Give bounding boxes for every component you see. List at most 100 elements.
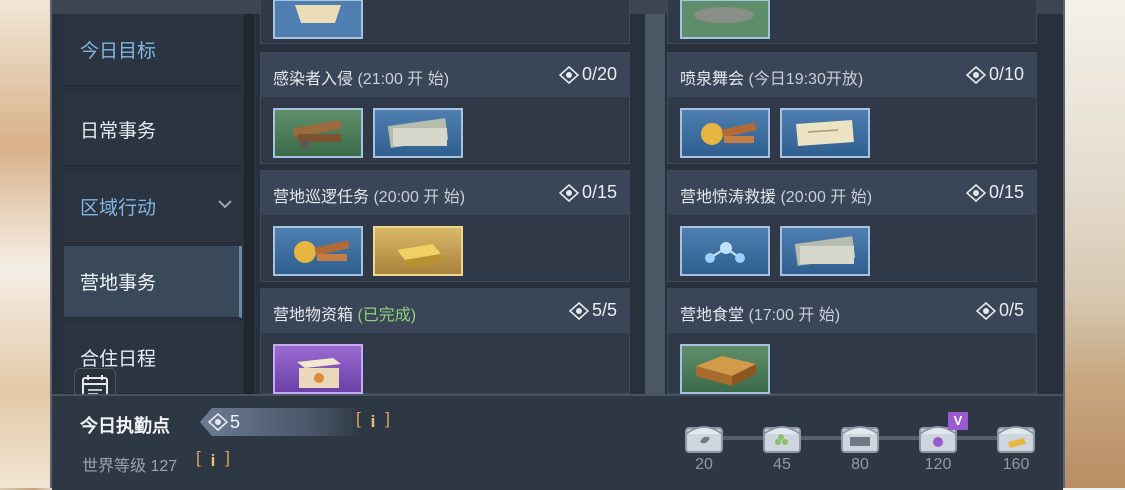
task-count: 0/5: [998, 300, 1024, 320]
task-title: 喷泉舞会 (今日19:30开放): [680, 65, 863, 89]
duty-badge-icon: [208, 413, 228, 431]
reward-letter-envelope[interactable]: [780, 108, 870, 158]
sidebar-item-label: 日常事务: [80, 121, 157, 142]
task-count: 0/15: [581, 182, 617, 202]
reward-cash-bundle[interactable]: [780, 226, 870, 276]
chest-leaf-icon[interactable]: [682, 418, 726, 456]
task-count: 0/15: [988, 182, 1024, 202]
milestone-value: 80: [851, 456, 869, 473]
task-card-infected-invasion[interactable]: 感染者入侵 (21:00 开 始) 0/20: [260, 52, 630, 164]
duty-points-bar: 今日执勤点 5 i 世界等级 127 i 20 45 80 V 120 160: [52, 394, 1063, 490]
reward-item[interactable]: [273, 0, 363, 39]
sidebar-scrollbar[interactable]: [244, 14, 254, 394]
medal-planks-icon: [701, 122, 757, 145]
task-name: 营地巡逻任务: [273, 189, 370, 206]
task-card-camp-patrol[interactable]: 营地巡逻任务 (20:00 开 始) 0/15: [260, 170, 630, 282]
fish-icon: [694, 7, 754, 23]
sidebar-item-today-goals[interactable]: 今日目标: [64, 14, 242, 86]
duty-badge-icon: [568, 301, 589, 320]
task-title: 营地巡逻任务 (20:00 开 始): [273, 183, 465, 207]
sidebar-item-label: 今日目标: [80, 41, 157, 62]
task-title: 营地物资箱 (已完成): [273, 301, 416, 325]
background-left: [0, 0, 50, 488]
reward-medal-planks[interactable]: [273, 226, 363, 276]
task-name: 营地惊涛救援: [680, 189, 777, 206]
cash-bundle-icon: [387, 118, 449, 148]
task-progress: 0/20: [558, 64, 617, 85]
sidebar-item-area-actions[interactable]: 区域行动: [64, 171, 242, 243]
task-time: (21:00 开 始): [357, 71, 450, 88]
chest-gold-icon[interactable]: [994, 418, 1038, 456]
sidebar-item-label: 合住日程: [80, 349, 157, 370]
reward-medal-planks[interactable]: [680, 108, 770, 158]
reward-pizza-food[interactable]: [680, 344, 770, 394]
sidebar-item-camp-affairs[interactable]: 营地事务: [64, 246, 242, 318]
milestone-value: 20: [695, 456, 713, 473]
task-progress: 5/5: [568, 300, 617, 321]
task-title: 感染者入侵 (21:00 开 始): [273, 65, 449, 89]
task-time: (20:00 开 始): [373, 189, 466, 206]
milestone-value: 45: [773, 456, 791, 473]
task-count: 0/10: [988, 64, 1024, 84]
task-time: (17:00 开 始): [748, 307, 841, 324]
task-card-camp-rescue[interactable]: 营地惊涛救援 (20:00 开 始) 0/15: [667, 170, 1037, 282]
sidebar: 今日目标 日常事务 区域行动 营地事务 合住日程: [64, 14, 244, 394]
task-name: 喷泉舞会: [680, 71, 745, 88]
chest-pile-icon[interactable]: [760, 418, 804, 456]
task-card-camp-canteen[interactable]: 营地食堂 (17:00 开 始) 0/5: [667, 288, 1037, 394]
chevron-down-icon: [218, 200, 232, 209]
task-title: 营地惊涛救援 (20:00 开 始): [680, 183, 872, 207]
task-title: 营地食堂 (17:00 开 始): [680, 301, 840, 325]
vip-badge: V: [948, 412, 968, 430]
duty-info-icon[interactable]: i: [356, 409, 390, 435]
sidebar-item-label: 区域行动: [80, 198, 157, 219]
task-progress: 0/10: [965, 64, 1024, 85]
task-progress: 0/15: [965, 182, 1024, 203]
supply-box-icon: [297, 358, 341, 388]
milestone-value: 160: [1002, 456, 1030, 473]
column-divider: [645, 14, 665, 394]
reward-supply-box[interactable]: [273, 344, 363, 394]
duty-points-label: 今日执勤点: [80, 416, 170, 436]
reward-cash-bundle[interactable]: [373, 108, 463, 158]
duty-points-value: 5: [230, 412, 241, 432]
duty-badge-icon: [558, 183, 579, 202]
pizza-icon: [696, 356, 756, 386]
sidebar-item-label: 营地事务: [80, 273, 157, 294]
task-progress: 0/5: [975, 300, 1024, 321]
task-card-fountain-dance[interactable]: 喷泉舞会 (今日19:30开放) 0/10: [667, 52, 1037, 164]
task-count: 0/20: [581, 64, 617, 84]
reward-molecule[interactable]: [680, 226, 770, 276]
building-materials-icon: [292, 119, 342, 149]
medal-planks-icon: [294, 240, 350, 263]
molecule-icon: [705, 242, 745, 263]
task-name: 营地物资箱: [273, 307, 354, 324]
gold-bars-icon: [397, 244, 441, 268]
task-name: 感染者入侵: [273, 71, 354, 88]
duty-badge-icon: [965, 65, 986, 84]
world-level: 世界等级 127: [82, 458, 178, 475]
task-progress: 0/15: [558, 182, 617, 203]
background-right: [1065, 0, 1125, 488]
task-name: 营地食堂: [680, 307, 745, 324]
partial-task-card: [260, 0, 630, 44]
task-time: (已完成): [357, 307, 417, 324]
milestone-value: 120: [924, 456, 952, 473]
envelope-icon: [295, 5, 341, 23]
reward-item[interactable]: [680, 0, 770, 39]
sidebar-item-daily-affairs[interactable]: 日常事务: [64, 94, 242, 166]
cash-bundle-icon: [794, 236, 856, 266]
camp-tasks-panel: 今日目标 日常事务 区域行动 营地事务 合住日程 感染者入侵 (21:00 开 …: [50, 0, 1065, 490]
task-time: (今日19:30开放): [748, 71, 864, 88]
task-count: 5/5: [591, 300, 617, 320]
task-time: (20:00 开 始): [780, 189, 873, 206]
partial-task-card: [667, 0, 1037, 44]
task-card-camp-supply-box[interactable]: 营地物资箱 (已完成) 5/5: [260, 288, 630, 394]
duty-badge-icon: [975, 301, 996, 320]
duty-badge-icon: [965, 183, 986, 202]
reward-gold-bars[interactable]: [373, 226, 463, 276]
world-level-info-icon[interactable]: i: [196, 448, 230, 474]
reward-building-materials[interactable]: [273, 108, 363, 158]
duty-badge-icon: [558, 65, 579, 84]
chest-exp-icon[interactable]: [838, 418, 882, 456]
